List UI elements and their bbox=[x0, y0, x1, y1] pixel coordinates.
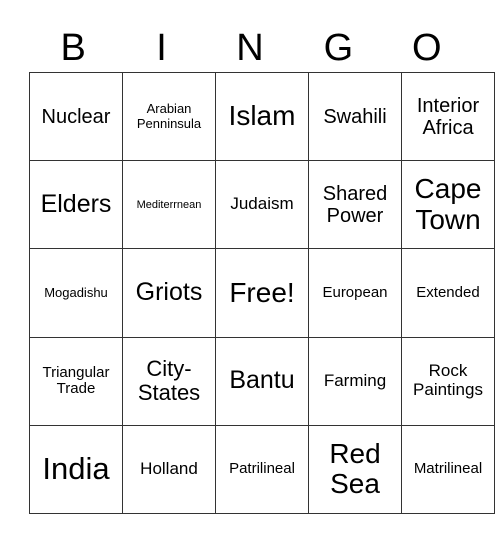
bingo-header: B I N G O bbox=[29, 24, 471, 72]
bingo-cell[interactable]: Interior Africa bbox=[401, 71, 495, 162]
bingo-cell[interactable]: Nuclear bbox=[29, 71, 123, 162]
bingo-cell[interactable]: Red Sea bbox=[308, 424, 402, 515]
bingo-cell[interactable]: Elders bbox=[29, 160, 123, 250]
bingo-row: Nuclear Arabian Penninsula Islam Swahili… bbox=[29, 71, 495, 162]
bingo-cell[interactable]: Swahili bbox=[308, 71, 402, 162]
bingo-cell[interactable]: Mediterrnean bbox=[122, 160, 216, 250]
free-space-cell[interactable]: Free! bbox=[215, 248, 309, 338]
header-letter-b: B bbox=[60, 27, 86, 69]
bingo-cell[interactable]: Judaism bbox=[215, 160, 309, 250]
bingo-cell[interactable]: Mogadishu bbox=[29, 248, 123, 338]
bingo-card: Nuclear Arabian Penninsula Islam Swahili… bbox=[29, 71, 495, 515]
bingo-cell[interactable]: Extended bbox=[401, 248, 495, 338]
bingo-cell[interactable]: Farming bbox=[308, 336, 402, 426]
bingo-cell[interactable]: Shared Power bbox=[308, 160, 402, 250]
bingo-row: Elders Mediterrnean Judaism Shared Power… bbox=[29, 160, 495, 250]
bingo-cell[interactable]: Arabian Penninsula bbox=[122, 71, 216, 162]
header-letter-i: I bbox=[156, 27, 167, 69]
bingo-cell[interactable]: European bbox=[308, 248, 402, 338]
header-letter-g: G bbox=[323, 27, 354, 69]
bingo-row: Triangular Trade City-States Bantu Farmi… bbox=[29, 336, 495, 426]
bingo-cell[interactable]: Griots bbox=[122, 248, 216, 338]
bingo-cell[interactable]: Islam bbox=[215, 71, 309, 162]
bingo-row: Mogadishu Griots Free! European Extended bbox=[29, 248, 495, 338]
bingo-cell[interactable]: Patrilineal bbox=[215, 424, 309, 515]
header-letter-n: N bbox=[236, 27, 264, 69]
bingo-cell[interactable]: India bbox=[29, 424, 123, 515]
bingo-cell[interactable]: City-States bbox=[122, 336, 216, 426]
header-letter-o: O bbox=[411, 27, 442, 69]
bingo-row: India Holland Patrilineal Red Sea Matril… bbox=[29, 424, 495, 515]
bingo-cell[interactable]: Holland bbox=[122, 424, 216, 515]
bingo-cell[interactable]: Bantu bbox=[215, 336, 309, 426]
bingo-cell[interactable]: Cape Town bbox=[401, 160, 495, 250]
bingo-cell[interactable]: Rock Paintings bbox=[401, 336, 495, 426]
bingo-cell[interactable]: Matrilineal bbox=[401, 424, 495, 515]
bingo-cell[interactable]: Triangular Trade bbox=[29, 336, 123, 426]
